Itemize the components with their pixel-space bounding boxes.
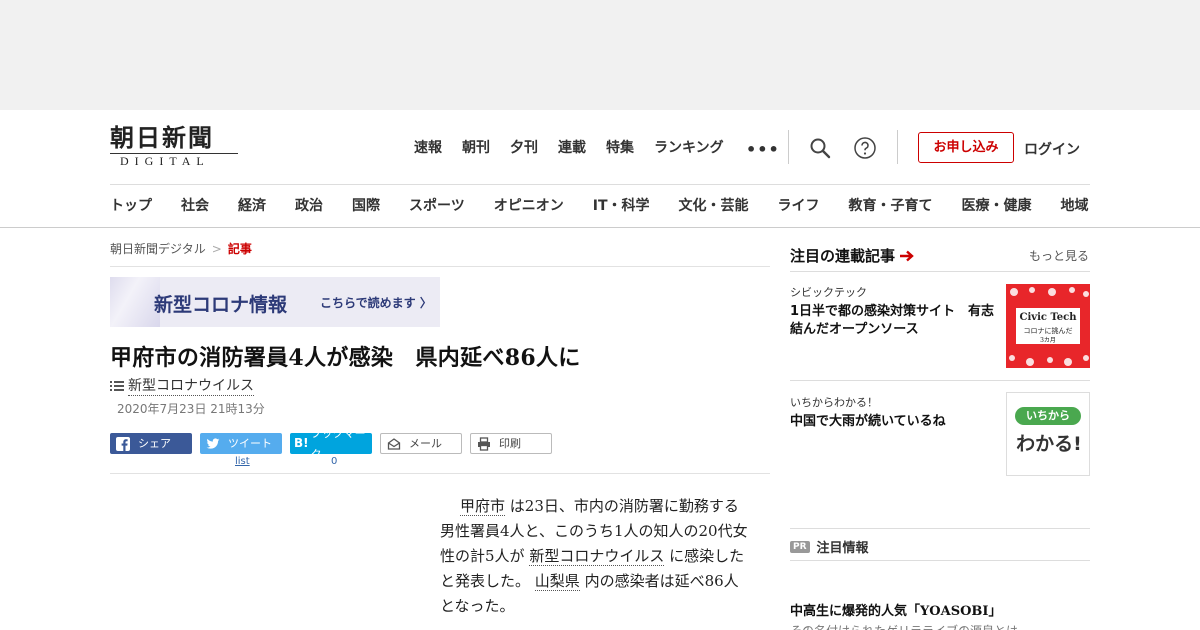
nav-yukan[interactable]: 夕刊 bbox=[510, 138, 538, 158]
hatena-bookmark-label: ブックマーク bbox=[310, 426, 366, 461]
breadcrumb-home[interactable]: 朝日新聞デジタル bbox=[110, 242, 206, 256]
nav-tokushu[interactable]: 特集 bbox=[606, 138, 634, 158]
top-ad-area bbox=[0, 0, 1200, 110]
help-icon[interactable] bbox=[853, 136, 877, 160]
corona-info-banner[interactable]: 新型コロナ情報 こちらで読めます 〉 bbox=[110, 277, 440, 327]
twitter-tweet-label: ツイート bbox=[228, 437, 272, 450]
twitter-tweet-button[interactable]: ツイート bbox=[200, 433, 282, 454]
cat-politics[interactable]: 政治 bbox=[295, 196, 323, 216]
featured-series-title[interactable]: 注目の連載記事 bbox=[790, 245, 915, 266]
article-body-paragraph: 甲府市 は23日、市内の消防署に勤務する男性署員4人と、このうち1人の知人の20… bbox=[440, 494, 752, 619]
cat-economy[interactable]: 経済 bbox=[238, 196, 266, 216]
divider bbox=[110, 184, 1090, 185]
divider bbox=[110, 266, 770, 267]
cat-opinion[interactable]: オピニオン bbox=[494, 196, 564, 216]
facebook-icon bbox=[116, 436, 130, 451]
more-menu-icon[interactable]: ••• bbox=[746, 140, 780, 159]
chevron-right-icon: 〉 bbox=[419, 296, 432, 310]
keyword-link-kofu[interactable]: 甲府市 bbox=[460, 497, 506, 516]
mail-share-button[interactable]: メール bbox=[380, 433, 462, 454]
thumbnail-subtitle-2: 3カ月 bbox=[1040, 337, 1056, 344]
breadcrumb: 朝日新聞デジタル > 記事 bbox=[110, 240, 252, 257]
asahi-digital-logo[interactable]: 朝日新聞 DIGITAL bbox=[110, 124, 240, 170]
divider bbox=[110, 473, 770, 474]
nav-ranking[interactable]: ランキング bbox=[654, 138, 724, 158]
twitter-icon bbox=[206, 437, 220, 451]
mail-icon bbox=[387, 437, 401, 451]
login-link[interactable]: ログイン bbox=[1024, 139, 1080, 159]
divider bbox=[897, 130, 898, 164]
list-icon bbox=[110, 380, 124, 391]
logo-latin: DIGITAL bbox=[110, 153, 238, 168]
nav-choukan[interactable]: 朝刊 bbox=[462, 138, 490, 158]
search-icon[interactable] bbox=[808, 136, 832, 160]
top-navigation: 速報 朝刊 夕刊 連載 特集 ランキング bbox=[414, 138, 744, 158]
facebook-share-label: シェア bbox=[138, 437, 171, 450]
banner-decoration bbox=[110, 277, 160, 327]
logo-kanji: 朝日新聞 bbox=[110, 123, 214, 152]
breadcrumb-current: 記事 bbox=[227, 242, 252, 256]
pr-section-header: PR 注目情報 bbox=[790, 537, 869, 556]
divider bbox=[790, 380, 1090, 381]
thumbnail-title: Civic Tech bbox=[1019, 312, 1077, 323]
cat-life[interactable]: ライフ bbox=[778, 196, 820, 216]
article-headline: 甲府市の消防署員4人が感染 県内延べ86人に bbox=[110, 345, 581, 371]
divider bbox=[790, 528, 1090, 529]
civic-tech-thumbnail[interactable]: Civic Tech コロナに挑んだ 3カ月 bbox=[1006, 284, 1090, 368]
keyword-link-yamanashi[interactable]: 山梨県 bbox=[534, 572, 580, 591]
category-navigation: トップ 社会 経済 政治 国際 スポーツ オピニオン IT・科学 文化・芸能 ラ… bbox=[110, 196, 1089, 216]
divider bbox=[0, 227, 1200, 228]
thumbnail-bottom-label: わかる! bbox=[1016, 433, 1082, 455]
cat-international[interactable]: 国際 bbox=[352, 196, 380, 216]
mail-share-label: メール bbox=[409, 437, 442, 450]
article-date: 2020年7月23日 21時13分 bbox=[117, 402, 265, 416]
apply-button[interactable]: お申し込み bbox=[918, 132, 1014, 163]
cat-culture[interactable]: 文化・芸能 bbox=[679, 196, 749, 216]
see-more-link[interactable]: もっと見る bbox=[1029, 247, 1089, 264]
cat-it-science[interactable]: IT・科学 bbox=[593, 196, 650, 216]
arrow-right-icon bbox=[900, 250, 914, 261]
featured-series-label: 注目の連載記事 bbox=[790, 247, 896, 265]
ichikara-wakaru-thumbnail[interactable]: いちから わかる! bbox=[1006, 392, 1090, 476]
hatena-bookmark-button[interactable]: B! ブックマーク bbox=[290, 427, 372, 461]
banner-link: こちらで読めます 〉 bbox=[320, 294, 432, 311]
divider bbox=[790, 271, 1090, 272]
twitter-count[interactable]: list bbox=[235, 456, 250, 467]
series-article-title: 中国で大雨が続いているね bbox=[790, 414, 946, 429]
hatena-bookmark-icon: B! bbox=[294, 436, 309, 450]
facebook-share-button[interactable]: シェア bbox=[110, 433, 192, 454]
banner-link-label: こちらで読めます bbox=[320, 296, 416, 310]
printer-icon bbox=[477, 436, 491, 451]
series-article-title: 1日半で都の感染対策サイト 有志結んだオープンソース bbox=[790, 304, 995, 337]
topic-tag-row: 新型コロナウイルス bbox=[110, 375, 254, 396]
promo-subtitle: その名付けられたゲリラライブの源泉とは bbox=[790, 622, 1090, 630]
nav-sokuho[interactable]: 速報 bbox=[414, 138, 442, 158]
cat-education[interactable]: 教育・子育て bbox=[849, 196, 933, 216]
topic-tag-link[interactable]: 新型コロナウイルス bbox=[128, 375, 254, 396]
print-button[interactable]: 印刷 bbox=[470, 433, 552, 454]
cat-region[interactable]: 地域 bbox=[1061, 196, 1089, 216]
cat-sports[interactable]: スポーツ bbox=[409, 196, 465, 216]
banner-title: 新型コロナ情報 bbox=[154, 294, 288, 316]
divider bbox=[790, 560, 1090, 561]
pr-label: 注目情報 bbox=[816, 541, 869, 556]
thumbnail-top-label: いちから bbox=[1015, 407, 1081, 425]
cat-top[interactable]: トップ bbox=[110, 196, 152, 216]
print-label: 印刷 bbox=[499, 437, 521, 450]
breadcrumb-separator: > bbox=[211, 242, 222, 256]
nav-rensai[interactable]: 連載 bbox=[558, 138, 586, 158]
divider bbox=[788, 130, 789, 164]
promo-title[interactable]: 中高生に爆発的人気「YOASOBI」 bbox=[790, 600, 1001, 619]
keyword-link-coronavirus[interactable]: 新型コロナウイルス bbox=[529, 547, 665, 566]
cat-health[interactable]: 医療・健康 bbox=[962, 196, 1032, 216]
hatena-count: 0 bbox=[331, 456, 338, 467]
cat-society[interactable]: 社会 bbox=[181, 196, 209, 216]
pr-badge: PR bbox=[790, 540, 810, 553]
